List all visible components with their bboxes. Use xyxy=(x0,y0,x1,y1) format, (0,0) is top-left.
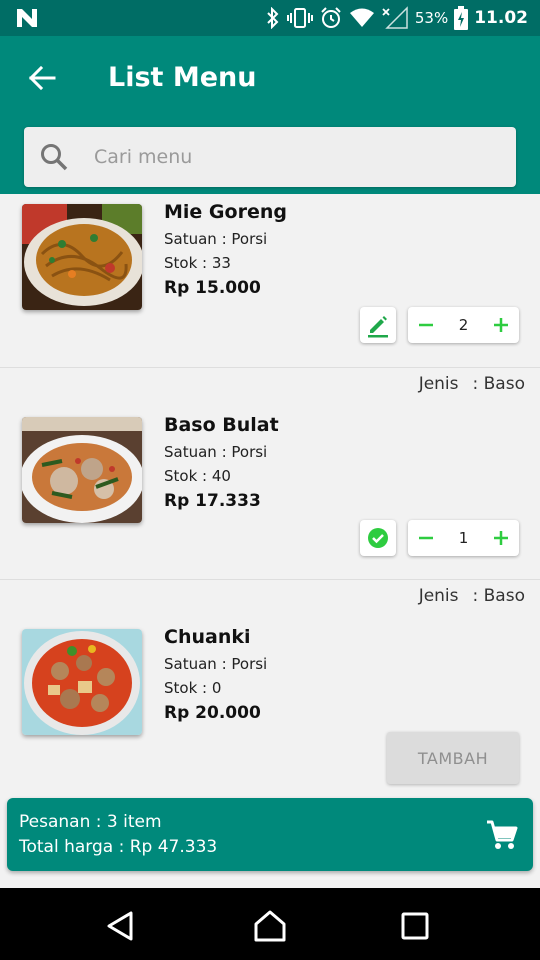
status-icons: 53% 11.02 xyxy=(265,0,528,36)
food-image-mie-goreng xyxy=(22,204,142,310)
minus-icon xyxy=(419,323,433,327)
menu-list[interactable]: Mie Goreng Satuan : Porsi Stok : 33 Rp 1… xyxy=(0,194,540,788)
plus-icon xyxy=(494,531,508,545)
quantity-stepper: 1 xyxy=(408,520,519,556)
menu-item: Jenis : Baso Baso Bulat Satuan : Porsi St… xyxy=(0,368,540,580)
nav-back-icon xyxy=(107,911,133,941)
order-count: Pesanan : 3 item xyxy=(19,812,162,832)
order-summary-bar[interactable]: Pesanan : 3 item Total harga : Rp 47.333 xyxy=(7,798,533,871)
menu-item: Jenis : Baso Chuanki Satuan : Porsi Stok … xyxy=(0,580,540,788)
decrease-quantity-button[interactable] xyxy=(408,307,444,343)
item-type-label: Jenis xyxy=(418,374,459,394)
item-price: Rp 17.333 xyxy=(164,491,261,511)
search-bar[interactable] xyxy=(24,127,516,187)
cart-icon xyxy=(487,820,518,849)
edit-note-button[interactable] xyxy=(360,307,396,343)
alarm-icon xyxy=(319,6,343,30)
arrow-back-icon xyxy=(28,65,56,91)
search-input[interactable] xyxy=(94,135,494,179)
nav-recents-button[interactable] xyxy=(397,908,433,944)
vibrate-icon xyxy=(286,7,313,29)
plus-icon xyxy=(494,318,508,332)
status-time: 11.02 xyxy=(474,8,528,28)
nav-home-button[interactable] xyxy=(252,908,288,944)
decrease-quantity-button[interactable] xyxy=(408,520,444,556)
battery-percent: 53% xyxy=(414,9,449,27)
item-name: Baso Bulat xyxy=(164,414,279,436)
item-stock: Stok : 33 xyxy=(164,254,231,272)
item-unit: Satuan : Porsi xyxy=(164,655,268,673)
bluetooth-icon xyxy=(265,7,281,29)
item-price: Rp 15.000 xyxy=(164,278,261,298)
search-icon xyxy=(41,144,68,171)
back-button[interactable] xyxy=(22,60,62,96)
check-circle-icon xyxy=(368,528,388,548)
food-image-chuanki xyxy=(22,629,142,735)
quantity-value: 2 xyxy=(458,316,469,334)
navigation-bar xyxy=(0,888,540,960)
notification-n-icon xyxy=(14,6,40,30)
item-type-value: : Baso xyxy=(472,586,525,606)
status-bar: 53% 11.02 xyxy=(0,0,540,36)
battery-charging-icon xyxy=(454,6,469,30)
nav-back-button[interactable] xyxy=(103,908,139,944)
increase-quantity-button[interactable] xyxy=(483,307,519,343)
wifi-icon xyxy=(349,7,375,29)
item-type-label: Jenis xyxy=(418,586,459,606)
order-total: Total harga : Rp 47.333 xyxy=(19,837,218,857)
menu-item: Mie Goreng Satuan : Porsi Stok : 33 Rp 1… xyxy=(0,194,540,368)
nav-home-icon xyxy=(254,910,286,942)
item-type: Jenis : Baso xyxy=(419,374,525,394)
item-name: Chuanki xyxy=(164,626,251,648)
item-type: Jenis : Baso xyxy=(419,586,525,606)
add-button[interactable]: TAMBAH xyxy=(387,732,519,784)
page-title: List Menu xyxy=(108,62,257,93)
item-unit: Satuan : Porsi xyxy=(164,443,268,461)
item-price: Rp 20.000 xyxy=(164,703,261,723)
item-stock: Stok : 0 xyxy=(164,679,222,697)
quantity-stepper: 2 xyxy=(408,307,519,343)
food-image-baso-bulat xyxy=(22,417,142,523)
minus-icon xyxy=(419,536,433,540)
quantity-value: 1 xyxy=(458,529,469,547)
item-stock: Stok : 40 xyxy=(164,467,231,485)
no-signal-icon xyxy=(381,6,409,30)
increase-quantity-button[interactable] xyxy=(483,520,519,556)
nav-recents-icon xyxy=(401,912,429,940)
item-name: Mie Goreng xyxy=(164,201,287,223)
app-bar: List Menu xyxy=(0,36,540,194)
confirm-note-button[interactable] xyxy=(360,520,396,556)
edit-pencil-icon xyxy=(368,316,388,338)
item-type-value: : Baso xyxy=(472,374,525,394)
cart-button[interactable] xyxy=(485,818,519,852)
item-unit: Satuan : Porsi xyxy=(164,230,268,248)
